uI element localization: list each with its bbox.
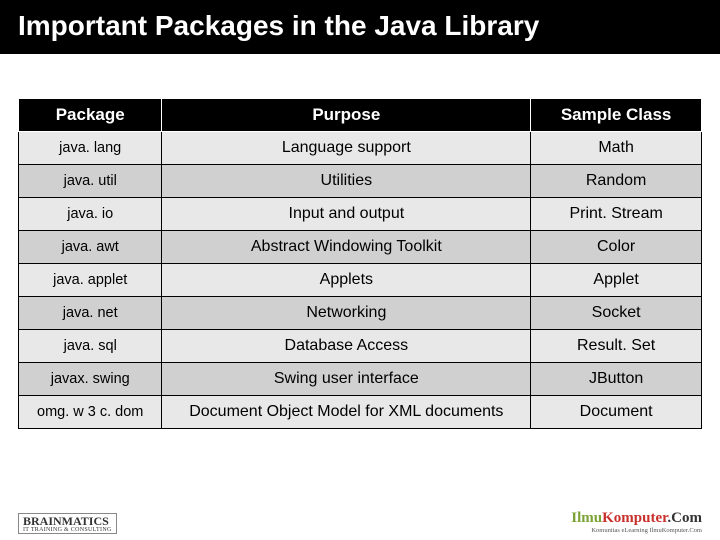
cell-purpose: Applets bbox=[162, 264, 531, 297]
cell-sample: Socket bbox=[531, 297, 702, 330]
brand-part-ilmu: Ilmu bbox=[571, 510, 602, 526]
cell-sample: Document bbox=[531, 396, 702, 429]
brand-right-subtext: Komunitas eLearning IlmuKomputer.Com bbox=[571, 527, 702, 534]
cell-sample: Print. Stream bbox=[531, 198, 702, 231]
cell-sample: Color bbox=[531, 231, 702, 264]
packages-table: Package Purpose Sample Class java. lang … bbox=[18, 98, 702, 429]
table-header-row: Package Purpose Sample Class bbox=[19, 99, 702, 132]
table-row: java. awt Abstract Windowing Toolkit Col… bbox=[19, 231, 702, 264]
table-row: java. sql Database Access Result. Set bbox=[19, 330, 702, 363]
header-sample: Sample Class bbox=[531, 99, 702, 132]
table-row: java. lang Language support Math bbox=[19, 132, 702, 165]
cell-purpose: Swing user interface bbox=[162, 363, 531, 396]
footer-left-brand: BRAINMATICS IT TRAINING & CONSULTING bbox=[18, 513, 117, 534]
cell-sample: JButton bbox=[531, 363, 702, 396]
cell-package: java. io bbox=[19, 198, 162, 231]
cell-sample: Math bbox=[531, 132, 702, 165]
cell-sample: Applet bbox=[531, 264, 702, 297]
table-row: java. io Input and output Print. Stream bbox=[19, 198, 702, 231]
cell-purpose: Abstract Windowing Toolkit bbox=[162, 231, 531, 264]
table-row: omg. w 3 c. dom Document Object Model fo… bbox=[19, 396, 702, 429]
cell-package: java. net bbox=[19, 297, 162, 330]
table-row: java. applet Applets Applet bbox=[19, 264, 702, 297]
cell-sample: Result. Set bbox=[531, 330, 702, 363]
cell-package: java. lang bbox=[19, 132, 162, 165]
table-container: Package Purpose Sample Class java. lang … bbox=[0, 54, 720, 429]
cell-purpose: Language support bbox=[162, 132, 531, 165]
cell-package: java. awt bbox=[19, 231, 162, 264]
footer-right-brand: IlmuKomputer.Com Komunitas eLearning Ilm… bbox=[571, 510, 702, 534]
brand-text: BRAINMATICS bbox=[23, 514, 109, 528]
cell-package: java. sql bbox=[19, 330, 162, 363]
header-package: Package bbox=[19, 99, 162, 132]
cell-purpose: Networking bbox=[162, 297, 531, 330]
cell-purpose: Database Access bbox=[162, 330, 531, 363]
cell-purpose: Input and output bbox=[162, 198, 531, 231]
cell-sample: Random bbox=[531, 165, 702, 198]
table-row: javax. swing Swing user interface JButto… bbox=[19, 363, 702, 396]
table-row: java. util Utilities Random bbox=[19, 165, 702, 198]
cell-package: javax. swing bbox=[19, 363, 162, 396]
cell-purpose: Document Object Model for XML documents bbox=[162, 396, 531, 429]
brand-subtext: IT TRAINING & CONSULTING bbox=[23, 527, 112, 533]
cell-package: java. applet bbox=[19, 264, 162, 297]
cell-package: java. util bbox=[19, 165, 162, 198]
brand-part-komputer: Komputer bbox=[602, 510, 667, 526]
cell-purpose: Utilities bbox=[162, 165, 531, 198]
brand-part-com: .Com bbox=[667, 510, 702, 526]
table-row: java. net Networking Socket bbox=[19, 297, 702, 330]
header-purpose: Purpose bbox=[162, 99, 531, 132]
cell-package: omg. w 3 c. dom bbox=[19, 396, 162, 429]
slide-title: Important Packages in the Java Library bbox=[0, 0, 720, 54]
footer: BRAINMATICS IT TRAINING & CONSULTING Ilm… bbox=[0, 504, 720, 534]
